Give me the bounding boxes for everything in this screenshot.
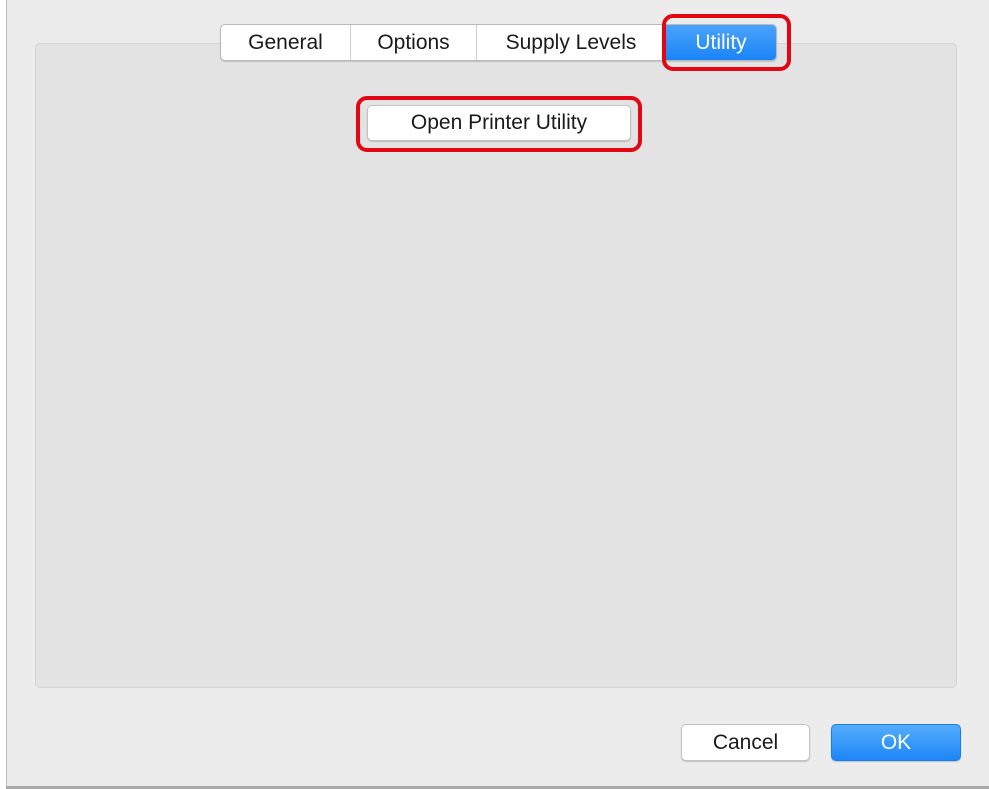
tab-bar: General Options Supply Levels Utility bbox=[220, 24, 777, 61]
tab-supply-levels[interactable]: Supply Levels bbox=[477, 25, 666, 60]
tab-utility[interactable]: Utility bbox=[666, 25, 776, 60]
ok-button[interactable]: OK bbox=[831, 724, 961, 761]
tab-general[interactable]: General bbox=[221, 25, 351, 60]
cancel-button[interactable]: Cancel bbox=[681, 724, 810, 761]
tab-options[interactable]: Options bbox=[351, 25, 477, 60]
open-printer-utility-button[interactable]: Open Printer Utility bbox=[367, 105, 631, 141]
